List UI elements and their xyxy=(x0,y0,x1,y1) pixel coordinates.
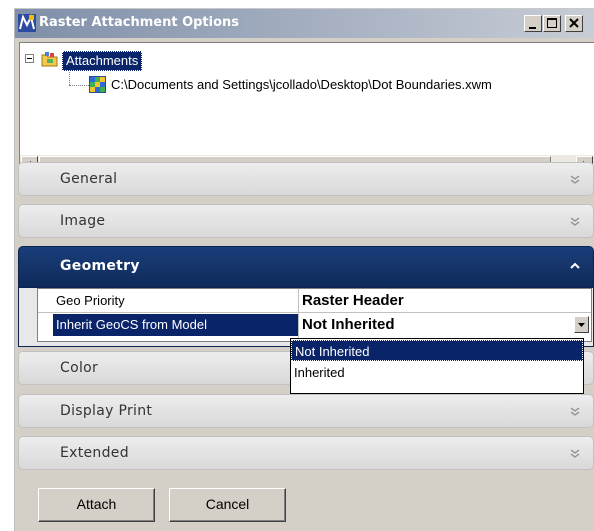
section-color-label: Color xyxy=(60,360,99,376)
tree-node-raster-file[interactable]: C:\Documents and Settings\jcollado\Deskt… xyxy=(111,76,492,93)
attachments-folder-icon xyxy=(41,52,58,67)
section-extended[interactable]: Extended xyxy=(18,436,594,470)
raster-grid-icon xyxy=(89,76,106,93)
geometry-property-grid: Geo Priority Raster Header Inherit GeoCS… xyxy=(37,288,592,342)
combobox-dropdown-button[interactable] xyxy=(574,316,589,333)
raster-attachment-options-dialog: Raster Attachment Options Attachments C:… xyxy=(14,8,594,531)
property-key: Geo Priority xyxy=(56,293,125,308)
section-image-label: Image xyxy=(60,213,106,229)
chevron-double-down-icon xyxy=(570,217,580,226)
close-icon xyxy=(569,18,579,28)
minimize-button[interactable] xyxy=(524,15,542,32)
maximize-button[interactable] xyxy=(543,15,561,32)
property-key: Inherit GeoCS from Model xyxy=(56,317,208,332)
section-geometry[interactable]: Geometry xyxy=(18,246,594,288)
section-display-print-label: Display Print xyxy=(60,403,153,419)
property-value[interactable]: Raster Header xyxy=(302,292,404,310)
row-separator xyxy=(38,312,591,313)
chevron-up-icon xyxy=(570,262,580,269)
dropdown-option-inherited[interactable]: Inherited xyxy=(291,362,583,383)
window-title: Raster Attachment Options xyxy=(39,15,240,30)
column-divider xyxy=(298,289,299,341)
section-image[interactable]: Image xyxy=(18,204,594,238)
title-bar[interactable]: Raster Attachment Options xyxy=(15,9,594,38)
section-general-label: General xyxy=(60,171,118,187)
tree-connector-branch xyxy=(69,85,91,86)
attachments-tree[interactable]: Attachments C:\Documents and Settings\jc… xyxy=(19,42,594,155)
tree-node-attachments[interactable]: Attachments xyxy=(62,51,143,71)
chevron-double-down-icon xyxy=(570,407,580,416)
dropdown-option-not-inherited[interactable]: Not Inherited xyxy=(291,340,583,361)
property-row-geo-priority[interactable]: Geo Priority Raster Header xyxy=(38,290,591,311)
section-display-print[interactable]: Display Print xyxy=(18,394,594,428)
section-geometry-label: Geometry xyxy=(60,258,140,274)
section-extended-label: Extended xyxy=(60,445,129,461)
section-general[interactable]: General xyxy=(18,162,594,196)
chevron-double-down-icon xyxy=(570,449,580,458)
minimize-icon xyxy=(529,27,536,29)
cancel-button[interactable]: Cancel xyxy=(169,488,286,522)
maximize-icon xyxy=(547,18,557,28)
property-row-inherit-geocs[interactable]: Inherit GeoCS from Model Not Inherited xyxy=(38,314,591,336)
attach-button[interactable]: Attach xyxy=(38,488,155,522)
inherit-geocs-dropdown-list[interactable]: Not Inherited Inherited xyxy=(290,338,584,394)
close-button[interactable] xyxy=(565,15,583,32)
chevron-double-down-icon xyxy=(570,175,580,184)
microstation-logo-icon xyxy=(18,14,36,32)
tree-collapse-toggle[interactable] xyxy=(25,54,34,63)
inherit-geocs-combobox-value[interactable]: Not Inherited xyxy=(302,316,395,334)
chevron-down-icon xyxy=(578,323,585,327)
